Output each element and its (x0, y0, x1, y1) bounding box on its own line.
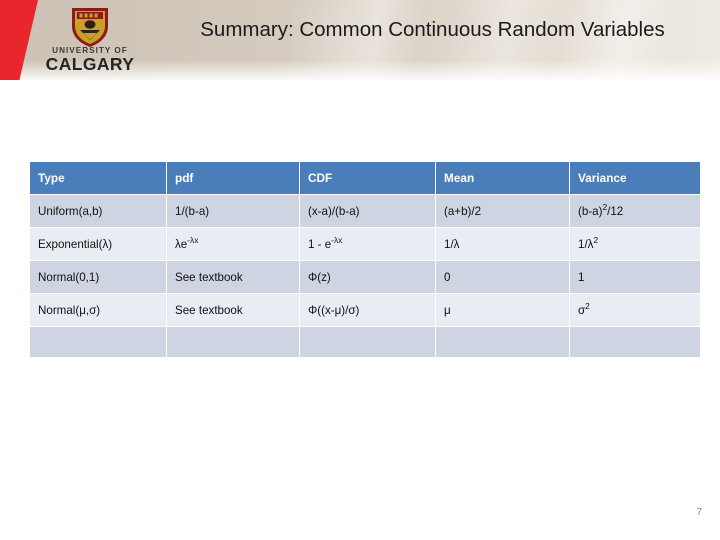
university-logo: UNIVERSITY OF CALGARY (38, 6, 142, 74)
cdf-exponent: -λx (331, 234, 343, 245)
column-header-cdf: CDF (300, 162, 435, 194)
cdf-base: 1 - e (308, 237, 332, 251)
cell-pdf: See textbook (167, 294, 299, 326)
variance-base: 1/λ (578, 237, 594, 251)
column-header-type: Type (30, 162, 166, 194)
variance-tail: /12 (607, 204, 624, 218)
pdf-exponent: -λx (187, 234, 199, 245)
cell-type: Normal(μ,σ) (30, 294, 166, 326)
cell-mean: 0 (436, 261, 569, 293)
cell-mean: (a+b)/2 (436, 195, 569, 227)
shield-crest-icon (72, 8, 108, 47)
table-header-row: Type pdf CDF Mean Variance (30, 162, 700, 194)
cell-empty (300, 327, 435, 357)
cell-empty (436, 327, 569, 357)
cell-empty (167, 327, 299, 357)
variance-base: (b-a) (578, 204, 603, 218)
cell-empty (570, 327, 700, 357)
cell-type: Normal(0,1) (30, 261, 166, 293)
column-header-mean: Mean (436, 162, 569, 194)
page-title: Summary: Common Continuous Random Variab… (200, 18, 665, 41)
variance-exponent: 2 (593, 234, 599, 245)
table-row: Exponential(λ) λe-λx 1 - e-λx 1/λ 1/λ2 (30, 228, 700, 260)
cell-variance: (b-a)2/12 (570, 195, 700, 227)
cell-cdf: Φ(z) (300, 261, 435, 293)
cell-variance: 1/λ2 (570, 228, 700, 260)
cell-variance: 1 (570, 261, 700, 293)
cell-pdf: λe-λx (167, 228, 299, 260)
table-row: Normal(μ,σ) See textbook Φ((x-μ)/σ) μ σ2 (30, 294, 700, 326)
column-header-pdf: pdf (167, 162, 299, 194)
cell-empty (30, 327, 166, 357)
cell-cdf: (x-a)/(b-a) (300, 195, 435, 227)
table-row: Uniform(a,b) 1/(b-a) (x-a)/(b-a) (a+b)/2… (30, 195, 700, 227)
table-row-empty (30, 327, 700, 357)
pdf-base: λe (175, 237, 188, 251)
cell-mean: 1/λ (436, 228, 569, 260)
cell-type: Exponential(λ) (30, 228, 166, 260)
cell-pdf: 1/(b-a) (167, 195, 299, 227)
cell-type: Uniform(a,b) (30, 195, 166, 227)
cell-cdf: 1 - e-λx (300, 228, 435, 260)
variance-exponent: 2 (585, 300, 590, 311)
distributions-summary-table: Type pdf CDF Mean Variance Uniform(a,b) … (29, 161, 701, 358)
page-number: 7 (696, 507, 702, 518)
logo-line-calgary: CALGARY (45, 54, 135, 74)
column-header-variance: Variance (570, 162, 700, 194)
cell-pdf: See textbook (167, 261, 299, 293)
cell-variance: σ2 (570, 294, 700, 326)
cell-cdf: Φ((x-μ)/σ) (300, 294, 435, 326)
cell-mean: μ (436, 294, 569, 326)
table-row: Normal(0,1) See textbook Φ(z) 0 1 (30, 261, 700, 293)
